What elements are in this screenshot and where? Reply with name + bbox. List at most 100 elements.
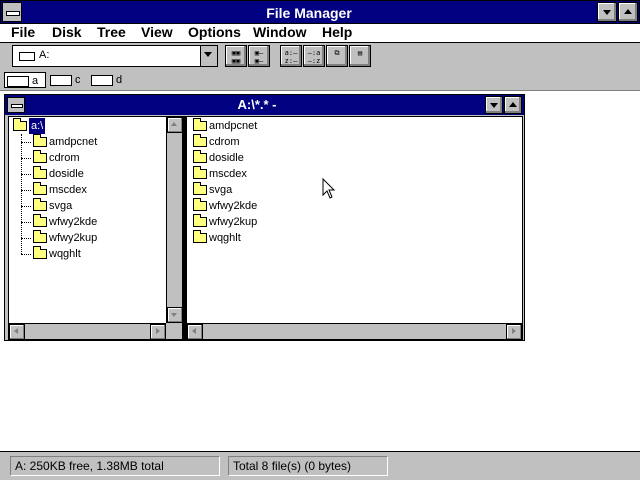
- sort-by-name-button[interactable]: a:— z:—: [280, 45, 302, 67]
- tree-folder-item[interactable]: amdpcnet: [31, 134, 151, 150]
- folder-icon: [193, 214, 207, 227]
- file-list-item[interactable]: cdrom: [191, 134, 311, 150]
- folder-icon: [33, 134, 47, 147]
- folder-label: svga: [49, 200, 73, 212]
- open-folder-icon: [13, 118, 27, 131]
- child-minimize-button[interactable]: [485, 96, 503, 114]
- file-name: amdpcnet: [209, 120, 258, 132]
- folder-icon: [33, 182, 47, 195]
- folder-label: wfwy2kup: [49, 232, 98, 244]
- tree-connector: [21, 158, 31, 159]
- folder-icon: [33, 246, 47, 259]
- sort-by-type-button[interactable]: —:a —:z: [303, 45, 325, 67]
- dropdown-arrow-button[interactable]: [200, 46, 217, 66]
- folder-icon: [33, 214, 47, 227]
- status-file-count: Total 8 file(s) (0 bytes): [228, 456, 388, 476]
- folder-label: mscdex: [49, 184, 87, 196]
- drive-d[interactable]: d: [89, 72, 127, 88]
- menu-help[interactable]: Help: [322, 24, 352, 43]
- file-list-item[interactable]: wqghlt: [191, 230, 311, 246]
- file-list-item[interactable]: wfwy2kup: [191, 214, 311, 230]
- directory-window[interactable]: A:\*.* - a:\ amdpcnet cdrom dosidle mscdex s…: [4, 94, 525, 341]
- scroll-down-button[interactable]: [167, 307, 183, 323]
- status-disk-space: A: 250KB free, 1.38MB total: [10, 456, 220, 476]
- properties-button[interactable]: ▤: [349, 45, 371, 67]
- menu-file[interactable]: File: [11, 24, 35, 43]
- folder-icon: [193, 118, 207, 131]
- folder-label: cdrom: [49, 152, 80, 164]
- tree-connector: [21, 254, 31, 255]
- drive-c[interactable]: c: [48, 72, 86, 88]
- system-menu-button[interactable]: [2, 2, 22, 22]
- child-system-menu-button[interactable]: [7, 97, 25, 113]
- scroll-corner: [166, 323, 182, 339]
- tree-folder-item[interactable]: mscdex: [31, 182, 151, 198]
- menu-bar: File Disk Tree View Options Window Help: [0, 24, 640, 43]
- title-bar[interactable]: File Manager: [0, 0, 640, 24]
- tree-root[interactable]: a:\: [11, 118, 53, 134]
- tree-pane[interactable]: a:\ amdpcnet cdrom dosidle mscdex svga wfwy2k…: [8, 116, 183, 340]
- directory-window-title-bar[interactable]: A:\*.* -: [5, 95, 524, 115]
- file-list-item[interactable]: amdpcnet: [191, 118, 311, 134]
- tree-connector: [21, 142, 31, 143]
- scroll-left-button[interactable]: [9, 324, 25, 340]
- tree-folder-item[interactable]: cdrom: [31, 150, 151, 166]
- drive-letter: a: [32, 75, 39, 87]
- status-bar: A: 250KB free, 1.38MB total Total 8 file…: [0, 451, 640, 480]
- drive-select[interactable]: A:: [12, 45, 218, 67]
- tree-folder-item[interactable]: wfwy2kup: [31, 230, 151, 246]
- folder-icon: [193, 182, 207, 195]
- connect-drive-button[interactable]: ▣▣ ▣▣: [225, 45, 247, 67]
- file-name: wfwy2kde: [209, 200, 258, 212]
- file-pane[interactable]: amdpcnet cdrom dosidle mscdex svga wfwy2kde wf…: [186, 116, 523, 340]
- minimize-button[interactable]: [597, 2, 617, 22]
- menu-disk[interactable]: Disk: [52, 24, 82, 43]
- scroll-left-button[interactable]: [187, 324, 203, 340]
- scroll-right-button[interactable]: [506, 324, 522, 340]
- tree-connector: [21, 134, 22, 254]
- child-maximize-button[interactable]: [504, 96, 522, 114]
- new-window-button[interactable]: ⧉: [326, 45, 348, 67]
- tree-connector: [21, 206, 31, 207]
- tree-folder-item[interactable]: wqghlt: [31, 246, 151, 262]
- file-list-item[interactable]: mscdex: [191, 166, 311, 182]
- file-name: svga: [209, 184, 233, 196]
- disconnect-drive-button[interactable]: ▣— ▣—: [248, 45, 270, 67]
- floppy-drive-icon: [7, 76, 29, 87]
- tree-connector: [21, 238, 31, 239]
- scroll-right-button[interactable]: [150, 324, 166, 340]
- drive-letter: c: [75, 74, 81, 86]
- menu-window[interactable]: Window: [253, 24, 307, 43]
- tree-connector: [21, 174, 31, 175]
- connect-drive-icon: ▣▣ ▣▣: [231, 49, 241, 65]
- folder-label: dosidle: [49, 168, 84, 180]
- folder-label: amdpcnet: [49, 136, 98, 148]
- properties-icon: ▤: [357, 49, 363, 57]
- folder-icon: [193, 166, 207, 179]
- file-list-item[interactable]: wfwy2kde: [191, 198, 311, 214]
- windows-icon: ⧉: [334, 49, 340, 57]
- tree-folder-item[interactable]: wfwy2kde: [31, 214, 151, 230]
- drive-a[interactable]: a: [4, 72, 46, 88]
- folder-label: wfwy2kde: [49, 216, 98, 228]
- folder-icon: [193, 134, 207, 147]
- folder-icon: [193, 198, 207, 211]
- tree-folder-item[interactable]: dosidle: [31, 166, 151, 182]
- menu-options[interactable]: Options: [188, 24, 241, 43]
- folder-icon: [33, 150, 47, 163]
- toolbar: A: ▣▣ ▣▣ ▣— ▣— a:— z:— —:a —:z ⧉ ▤: [0, 43, 640, 69]
- scroll-up-button[interactable]: [167, 117, 183, 133]
- menu-view[interactable]: View: [141, 24, 173, 43]
- tree-vertical-scrollbar[interactable]: [166, 117, 183, 323]
- file-horizontal-scrollbar[interactable]: [187, 323, 522, 340]
- menu-tree[interactable]: Tree: [97, 24, 126, 43]
- file-list-item[interactable]: dosidle: [191, 150, 311, 166]
- drive-letter: d: [116, 74, 123, 86]
- maximize-button[interactable]: [618, 2, 638, 22]
- tree-folder-item[interactable]: svga: [31, 198, 151, 214]
- tree-horizontal-scrollbar[interactable]: [9, 323, 166, 340]
- tree-connector: [21, 190, 31, 191]
- file-name: cdrom: [209, 136, 240, 148]
- file-list-item[interactable]: svga: [191, 182, 311, 198]
- file-name: wfwy2kup: [209, 216, 258, 228]
